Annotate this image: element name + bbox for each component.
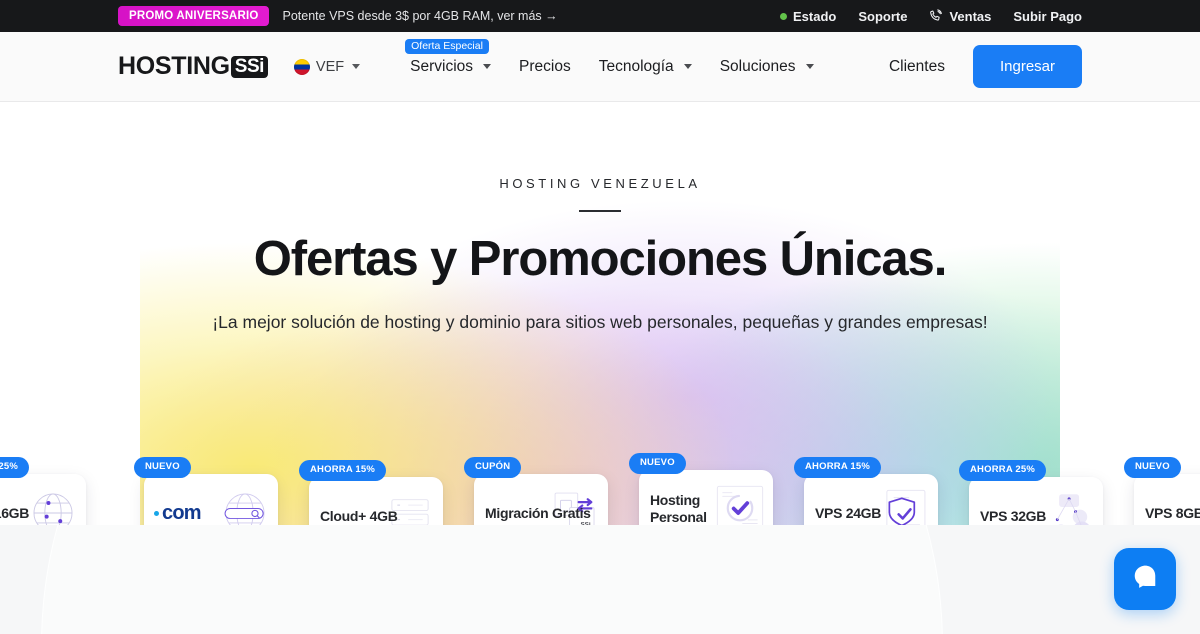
hero-divider xyxy=(579,210,621,212)
logo-wordmark: HOSTING xyxy=(118,52,230,80)
chat-bubble-icon xyxy=(1131,563,1159,596)
promo-card-label: VPS 8GB xyxy=(1145,504,1200,521)
decorative-arc xyxy=(42,525,942,634)
top-utility-links: Estado Soporte Ventas Subir Pago xyxy=(779,8,1082,24)
promo-card-label: VPS 32GB xyxy=(980,507,1047,524)
topbar-link-ventas-label: Ventas xyxy=(949,8,992,24)
nav-item-tecnologia-label: Tecnología xyxy=(598,57,674,75)
topbar-link-ventas[interactable]: Ventas xyxy=(929,9,991,24)
promo-card[interactable]: AHORRA 15% Cloud+ 4GB xyxy=(299,460,443,525)
promo-card-badge: NUEVO xyxy=(1124,457,1181,478)
topbar-link-estado[interactable]: Estado xyxy=(779,8,837,24)
promo-card-body: VPS 24GB xyxy=(804,474,938,525)
currency-label: VEF xyxy=(315,58,345,75)
topbar-link-subir-pago-label: Subir Pago xyxy=(1013,8,1082,24)
dot-icon xyxy=(154,510,159,516)
nav-item-servicios[interactable]: Oferta Especial Servicios xyxy=(396,38,505,76)
promo-card-label: VPS 16GB xyxy=(0,504,30,521)
nav-badge-oferta-especial: Oferta Especial xyxy=(405,38,489,54)
nav-item-precios-label: Precios xyxy=(519,57,571,75)
hero-content: HOSTING VENEZUELA Ofertas y Promociones … xyxy=(0,102,1200,333)
promo-message-link[interactable]: Potente VPS desde 3$ por 4GB RAM, ver má… xyxy=(283,9,558,23)
check-circle-icon xyxy=(711,480,769,525)
hero-subtitle: ¡La mejor solución de hosting y dominio … xyxy=(212,311,988,332)
nav-item-tecnologia[interactable]: Tecnología xyxy=(585,58,706,76)
promo-card-badge: AHORRA 25% xyxy=(0,457,29,478)
below-hero-section: HOSTING PARA PÁGINAS WEB xyxy=(0,525,1200,634)
promo-card-badge: CUPÓN xyxy=(464,457,522,478)
promo-card-label-text: com xyxy=(162,501,202,524)
promo-card[interactable]: NUEVO com xyxy=(134,457,278,525)
promo-card-body: SSiMigración Gratis xyxy=(474,474,608,525)
promo-card[interactable]: CUPÓNSSiMigración Gratis xyxy=(464,457,608,525)
topbar-link-subir-pago[interactable]: Subir Pago xyxy=(1013,9,1082,24)
logo-badge-ssi: SSi xyxy=(230,55,268,78)
nav-item-clientes[interactable]: Clientes xyxy=(889,58,945,76)
promo-card-body: VPS 8GB xyxy=(1134,474,1200,525)
venezuela-flag-icon xyxy=(293,58,310,75)
promo-card-label: VPS 24GB xyxy=(815,504,882,521)
promo-card-carousel[interactable]: AHORRA 25% VPS 16GB NUEVO com AHORRA 15% Clou… xyxy=(0,453,1200,525)
promo-card-label: Migración Gratis xyxy=(485,504,591,521)
main-navbar: HOSTING SSi VEF Oferta Especial Servicio… xyxy=(0,32,1200,102)
nav-item-servicios-label: Servicios xyxy=(410,57,474,75)
topbar-link-soporte-label: Soporte xyxy=(858,8,908,24)
navbar-actions: Clientes Ingresar xyxy=(889,45,1082,88)
login-button[interactable]: Ingresar xyxy=(972,45,1082,88)
promo-card[interactable]: AHORRA 25% VPS 16GB xyxy=(0,457,86,525)
chevron-down-icon xyxy=(683,64,692,69)
domain-search-icon xyxy=(216,484,274,525)
phone-icon xyxy=(929,9,943,23)
hero-section: HOSTING VENEZUELA Ofertas y Promociones … xyxy=(0,102,1200,525)
promo-card-body: VPS 16GB xyxy=(0,474,86,525)
promo-card[interactable]: AHORRA 25% VPS 32GB xyxy=(959,460,1103,525)
chat-widget-button[interactable] xyxy=(1114,548,1176,610)
promo-badge[interactable]: PROMO ANIVERSARIO xyxy=(118,5,269,27)
site-logo[interactable]: HOSTING SSi xyxy=(118,52,268,81)
chevron-down-icon xyxy=(352,64,361,69)
topbar-link-soporte[interactable]: Soporte xyxy=(858,9,907,24)
promo-card-body: Cloud+ 4GB xyxy=(309,477,443,525)
svg-text:SSi: SSi xyxy=(580,522,590,525)
globe-icon xyxy=(24,484,82,525)
promo-card-badge: NUEVO xyxy=(134,457,191,478)
promo-card[interactable]: NUEVO Hosting Personal xyxy=(629,453,773,525)
topbar-link-estado-label: Estado xyxy=(792,8,837,24)
nav-item-soluciones-label: Soluciones xyxy=(719,57,796,75)
promo-card-body: Hosting Personal xyxy=(639,470,773,525)
bubbles-icon xyxy=(1041,487,1099,525)
promo-card-body: com xyxy=(144,474,278,525)
status-dot-icon xyxy=(779,12,787,20)
hero-eyebrow: HOSTING VENEZUELA xyxy=(499,176,701,191)
currency-selector[interactable]: VEF xyxy=(293,58,361,75)
promo-card[interactable]: AHORRA 15% VPS 24GB xyxy=(794,457,938,525)
chevron-down-icon xyxy=(483,64,492,69)
promo-card-label: Hosting Personal xyxy=(650,492,707,525)
promo-card-label: com xyxy=(144,501,202,525)
chevron-down-icon xyxy=(805,64,814,69)
promo-card[interactable]: NUEVO VPS 8GB xyxy=(1124,457,1200,525)
promo-card-badge: AHORRA 25% xyxy=(959,460,1046,481)
promo-card-badge: NUEVO xyxy=(629,453,686,474)
promo-card-label: Cloud+ 4GB xyxy=(320,507,398,524)
page-title: Ofertas y Promociones Únicas. xyxy=(253,232,948,286)
nav-item-precios[interactable]: Precios xyxy=(505,58,585,76)
shield-check-icon xyxy=(876,484,934,525)
primary-menu: Oferta Especial Servicios Precios Tecnol… xyxy=(396,38,828,76)
navbar-inner: HOSTING SSi VEF Oferta Especial Servicio… xyxy=(118,32,1082,101)
top-promo-left: PROMO ANIVERSARIO Potente VPS desde 3$ p… xyxy=(118,5,558,27)
promo-card-badge: AHORRA 15% xyxy=(794,457,881,478)
promo-card-badge: AHORRA 15% xyxy=(299,460,386,481)
nav-item-soluciones[interactable]: Soluciones xyxy=(706,58,828,76)
promo-card-body: VPS 32GB xyxy=(969,477,1103,525)
top-promo-bar: PROMO ANIVERSARIO Potente VPS desde 3$ p… xyxy=(0,0,1200,32)
